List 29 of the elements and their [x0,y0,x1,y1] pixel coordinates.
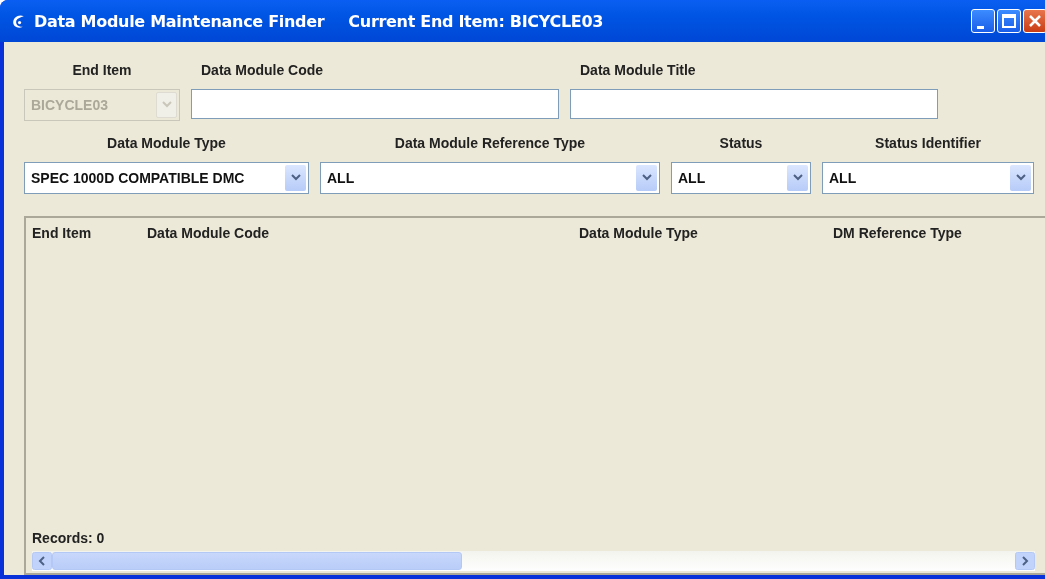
column-header[interactable]: End Item [32,225,147,241]
window-subtitle: Current End Item: BICYCLE03 [348,11,604,31]
field-label: End Item [71,62,133,79]
dropdown[interactable]: ALL [320,162,660,194]
column-header[interactable]: Data Module Code [147,225,579,241]
field-label: Status [718,135,764,152]
close-button[interactable] [1023,9,1045,33]
input-field[interactable] [191,89,559,119]
field-label: Data Module Reference Type [393,135,587,152]
window-title: Data Module Maintenance Finder [34,11,325,31]
column-header[interactable]: Data Module Type [579,225,833,241]
scroll-left-icon[interactable] [32,552,52,570]
minimize-icon [976,25,984,29]
input-field[interactable] [570,89,938,119]
records-count: Records: 0 [32,530,106,546]
scroll-thumb[interactable] [52,552,462,570]
field-label: Data Module Type [106,135,227,152]
horizontal-scrollbar[interactable] [32,551,1035,571]
maximize-icon [1000,12,1018,30]
field-label: Data Module Title [579,62,697,79]
minimize-button[interactable] [971,9,995,33]
maximize-button[interactable] [997,9,1021,33]
dropdown[interactable]: ALL [671,162,811,194]
dropdown[interactable]: ALL [822,162,1034,194]
dropdown[interactable]: SPEC 1000D COMPATIBLE DMC [24,162,309,194]
column-header[interactable]: DM Reference Type [833,225,1033,241]
scroll-right-icon[interactable] [1015,552,1035,570]
field-label: Status Identifier [874,135,982,152]
field-label: Data Module Code [200,62,325,79]
